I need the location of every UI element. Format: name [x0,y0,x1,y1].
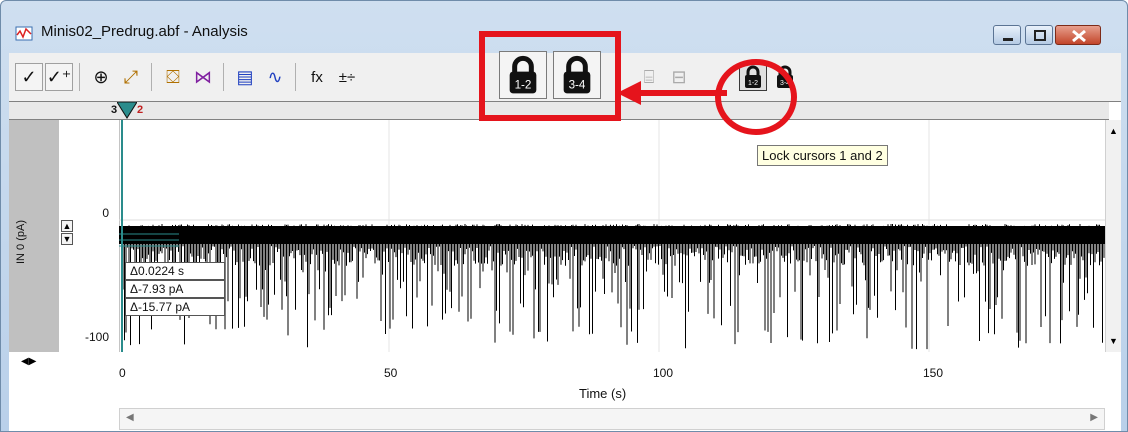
arithmetic-button[interactable]: ±÷ [333,63,361,91]
minimize-button[interactable] [993,25,1021,45]
lock-12-large-icon: 1-2 [509,55,537,94]
delta-current-2: Δ-15.77 pA [125,298,225,316]
maximize-button[interactable] [1025,25,1053,45]
plot-panel: 3 2 IN 0 (pA) ▲ ▼ 0 -100 Δ0.0224 s Δ-7.9… [9,101,1121,431]
x-tick-50: 50 [384,366,398,380]
lock-cursors-12-large-button[interactable]: 1-2 [499,51,547,99]
event-detect-button[interactable]: ⋈ [189,63,217,91]
x-axis-label: Time (s) [579,386,627,401]
window-title: Minis02_Predrug.abf - Analysis [41,23,248,40]
y-axis-gutter: IN 0 (pA) [9,120,59,352]
accept-all-button[interactable]: ✓⁺ [45,63,73,91]
app-icon [15,26,33,41]
template-icon: ⛋ [166,66,180,87]
delta-current-1: Δ-7.93 pA [125,280,225,298]
event-detect-icon: ⋈ [194,66,212,87]
cursor-marker-2[interactable]: 2 [137,104,143,116]
average-icon: ∿ [267,66,283,87]
x-tick-100: 100 [653,366,674,380]
zoom-in-icon: ⊕ [93,66,109,87]
svg-text:1-2: 1-2 [515,78,532,91]
template-button[interactable]: ⛋ [159,63,187,91]
fit-button[interactable]: ⤢ [117,63,145,91]
zoom-in-button[interactable]: ⊕ [87,63,115,91]
arithmetic-icon: ±÷ [338,68,356,86]
plot-area[interactable] [119,120,1109,352]
x-tick-150: 150 [923,366,944,380]
lock-cursors-34-large-button[interactable]: 3-4 [553,51,601,99]
scroll-up-icon[interactable]: ▲ [1109,126,1118,136]
checkmark-icon: ✓ [21,66,37,87]
x-zoom-arrows-icon[interactable]: ◀▶ [21,356,36,367]
tooltip: Lock cursors 1 and 2 [757,145,888,166]
close-button[interactable] [1055,25,1101,45]
average-button[interactable]: ∿ [261,63,289,91]
function-button[interactable]: fx [303,63,331,91]
highlight-rectangle: 1-2 3-4 [479,31,621,121]
y-scale-up-button[interactable]: ▲ [61,220,73,232]
y-tick-neg100: -100 [84,330,109,344]
vertical-scrollbar[interactable]: ▲ ▼ [1105,120,1121,352]
close-icon [1072,29,1086,43]
accept-button[interactable]: ✓ [15,63,43,91]
fit-icon: ⤢ [123,66,139,87]
x-tick-0: 0 [119,366,126,380]
horizontal-scrollbar[interactable]: ◀ ▶ [119,408,1105,430]
y-tick-0: 0 [102,206,109,220]
minimize-icon [1003,38,1013,41]
cursor-delta-readout: Δ0.0224 s Δ-7.93 pA Δ-15.77 pA [125,262,225,316]
checkmark-plus-icon: ✓⁺ [46,66,72,87]
histogram-button[interactable]: ▤ [231,63,259,91]
analysis-window: Minis02_Predrug.abf - Analysis ✓ ✓⁺ ⊕ ⤢ … [0,0,1128,432]
scroll-right-icon[interactable]: ▶ [1090,412,1098,423]
histogram-icon: ▤ [236,66,254,87]
function-icon: fx [311,68,323,86]
highlight-circle [715,59,797,135]
y-axis-label: IN 0 (pA) [15,220,27,265]
lock-34-large-icon: 3-4 [563,55,591,94]
cursor-handle-icon[interactable] [117,102,137,120]
arrow-icon [617,81,727,105]
delta-time: Δ0.0224 s [125,262,225,280]
maximize-icon [1034,30,1046,41]
svg-text:3-4: 3-4 [569,78,586,91]
scroll-left-icon[interactable]: ◀ [126,412,134,423]
scroll-down-icon[interactable]: ▼ [1109,336,1118,346]
y-scale-down-button[interactable]: ▼ [61,233,73,245]
